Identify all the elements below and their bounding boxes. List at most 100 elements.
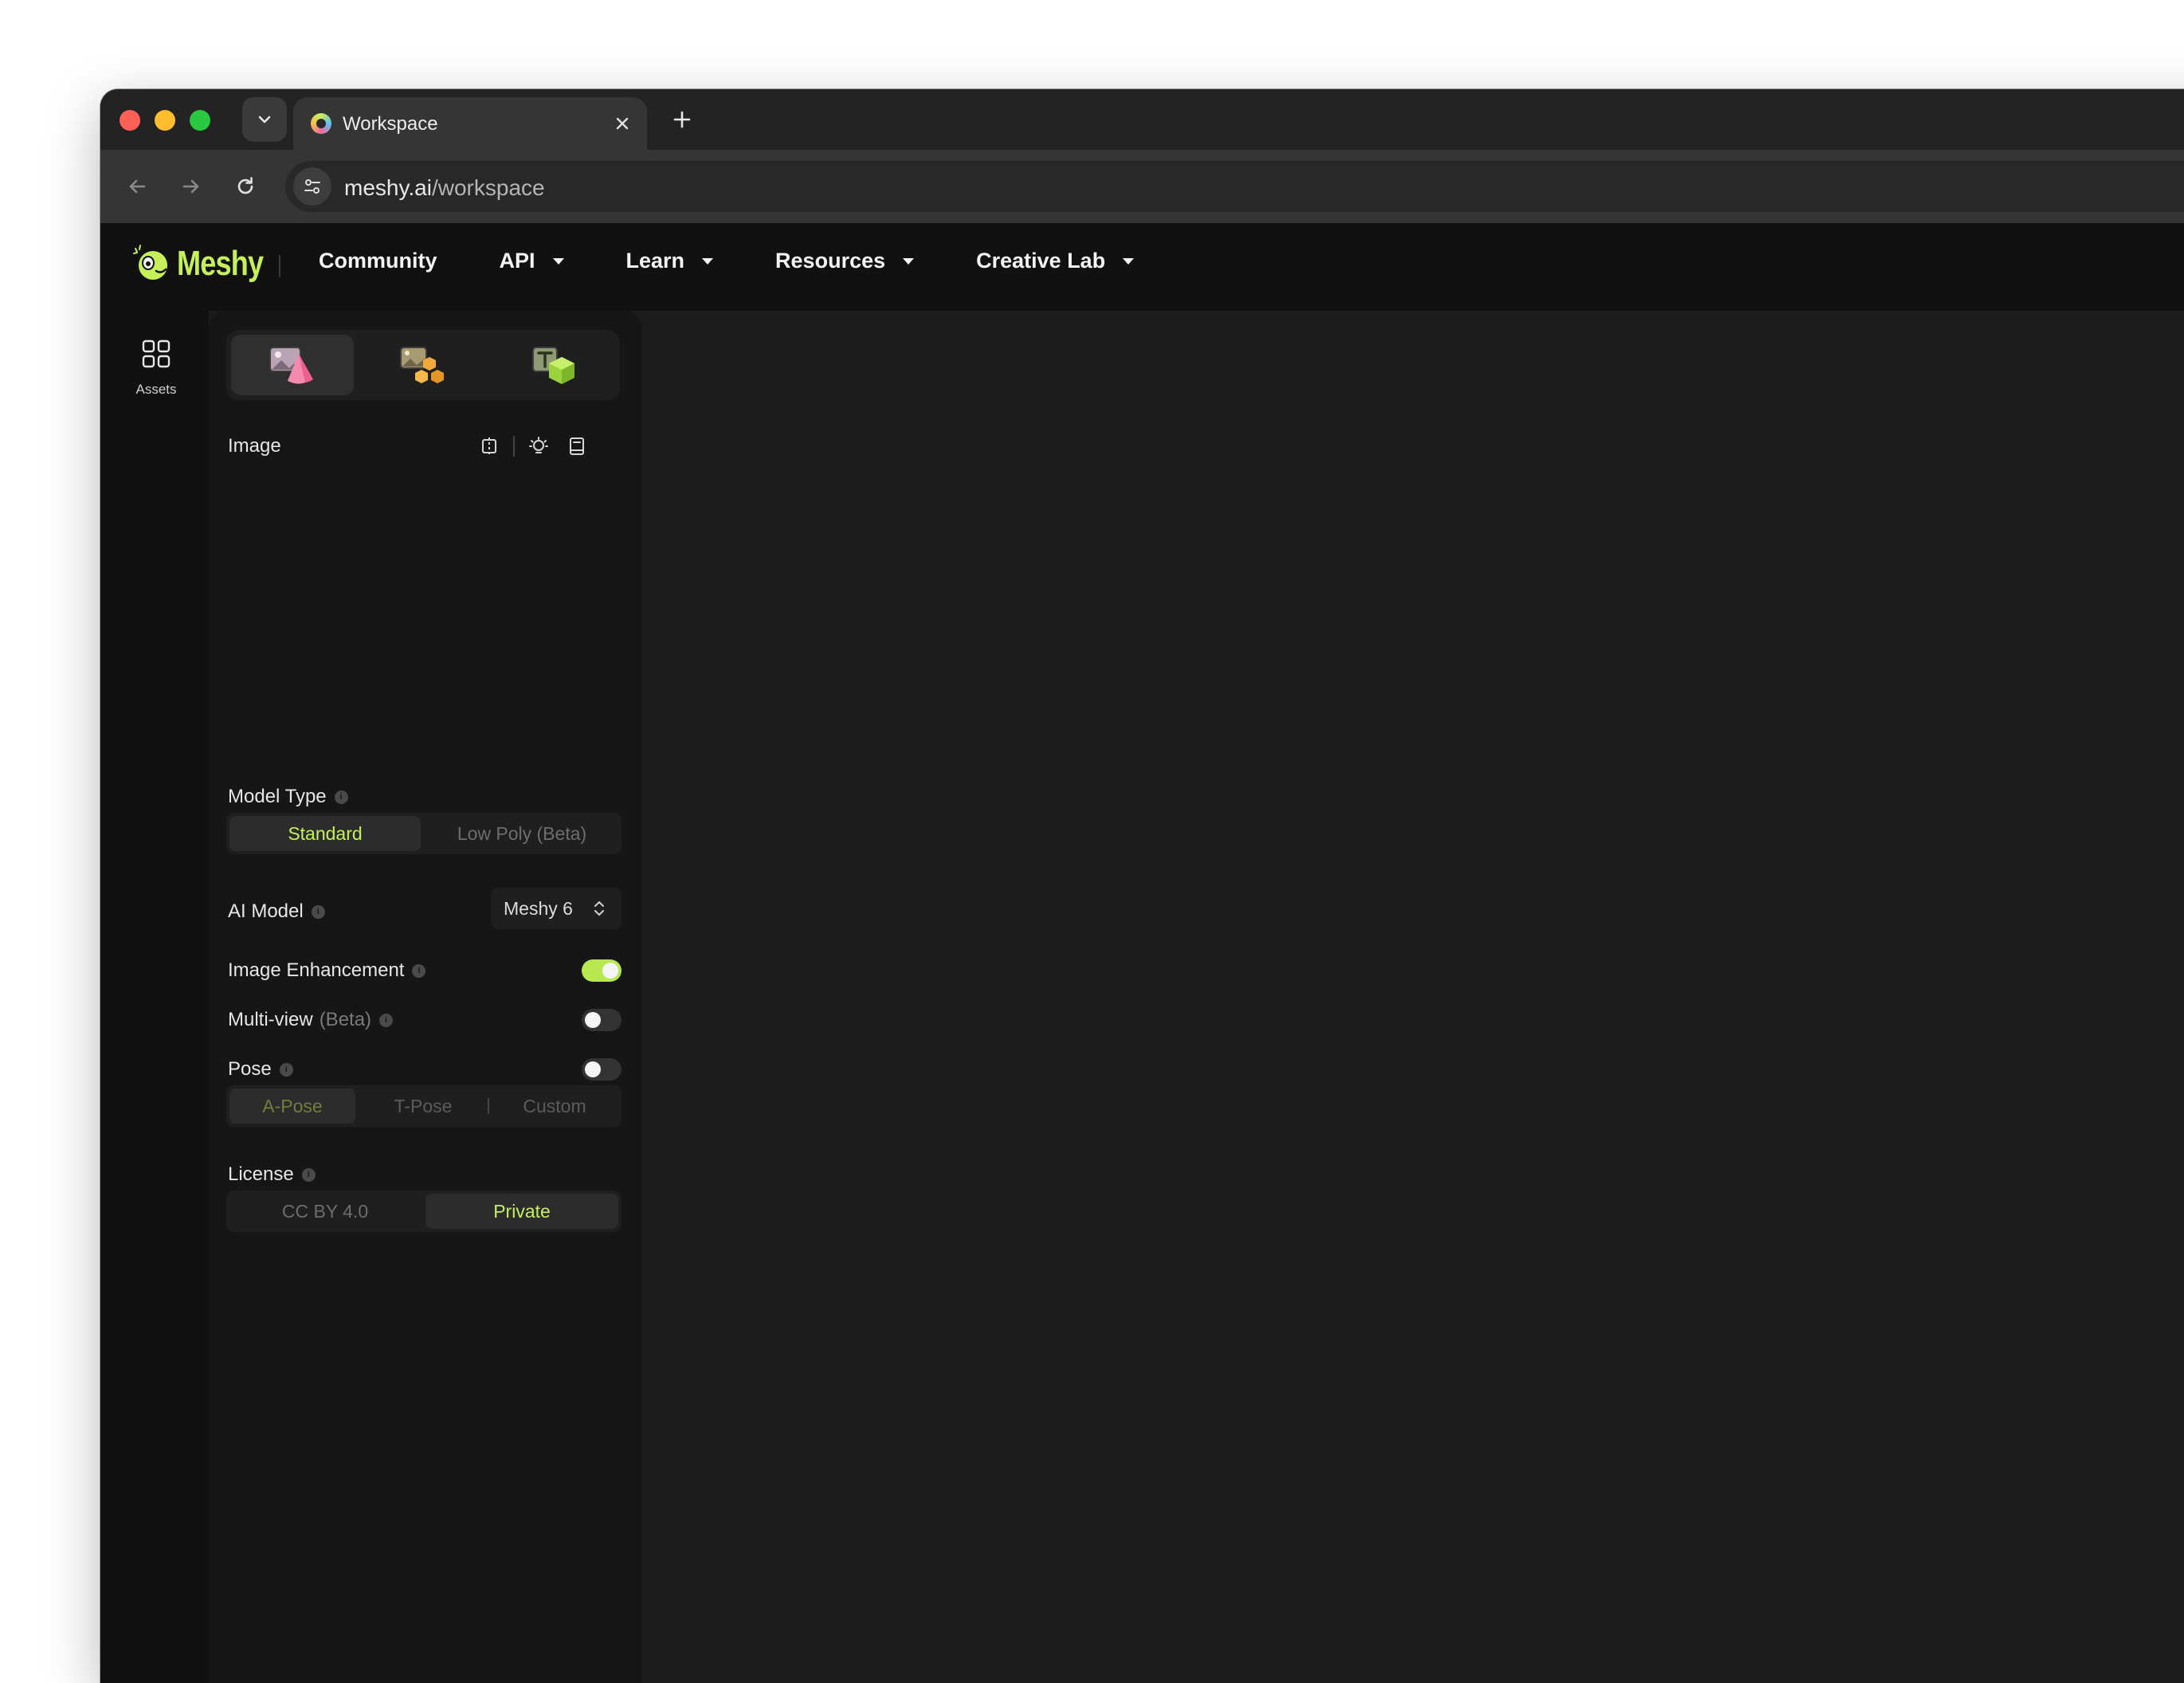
pose-a-pose[interactable]: A-Pose xyxy=(229,1089,355,1124)
pose-text: Pose xyxy=(228,1058,272,1080)
meshy-favicon-icon xyxy=(311,113,331,134)
pose-t-pose[interactable]: T-Pose xyxy=(360,1089,486,1124)
ai-model-label: AI Model i xyxy=(228,900,325,923)
tools-divider xyxy=(513,436,515,457)
arrow-left-icon xyxy=(129,179,146,194)
close-icon xyxy=(616,117,629,130)
multi-image-to-3d-icon xyxy=(400,347,444,383)
image-enhancement-label: Image Enhancement i xyxy=(228,959,426,982)
site-info-button[interactable] xyxy=(293,167,331,206)
meshy-logo-icon xyxy=(133,245,169,281)
url-text: meshy.ai/workspace xyxy=(344,175,545,201)
license-cc-by[interactable]: CC BY 4.0 xyxy=(229,1194,421,1229)
info-icon[interactable]: i xyxy=(311,904,325,919)
nav-creative-lab-label: Creative Lab xyxy=(976,249,1106,273)
browser-toolbar: meshy.ai/workspace xyxy=(100,150,2184,223)
image-enhancement-toggle[interactable] xyxy=(582,959,621,982)
tab-search-button[interactable] xyxy=(242,97,287,142)
crop-button[interactable] xyxy=(476,434,502,459)
toggle-knob xyxy=(585,1061,601,1077)
model-type-selector: Standard Low Poly (Beta) xyxy=(226,813,621,854)
minimize-window-button[interactable] xyxy=(155,110,175,131)
close-window-button[interactable] xyxy=(120,110,140,131)
license-selector: CC BY 4.0 Private xyxy=(226,1191,621,1232)
guide-button[interactable] xyxy=(564,434,590,459)
site-header: Meshy Community API Learn Resources Crea… xyxy=(100,223,2184,311)
back-button[interactable] xyxy=(118,167,156,206)
reload-button[interactable] xyxy=(226,167,265,206)
image-label: Image xyxy=(228,435,281,457)
grid-icon xyxy=(142,339,171,368)
license-private[interactable]: Private xyxy=(425,1194,618,1229)
caret-down-icon xyxy=(702,257,714,265)
tab-text-to-3d[interactable] xyxy=(492,335,615,395)
info-icon[interactable]: i xyxy=(279,1062,293,1077)
book-icon xyxy=(570,437,584,455)
left-rail: Assets xyxy=(100,311,209,1683)
logo-text: Meshy xyxy=(177,244,264,283)
license-label: License i xyxy=(228,1163,316,1186)
tab-title: Workspace xyxy=(343,113,438,135)
header-divider xyxy=(279,255,280,277)
info-icon[interactable]: i xyxy=(301,1167,316,1182)
multi-view-toggle[interactable] xyxy=(582,1009,621,1031)
nav-api-label: API xyxy=(499,249,535,273)
main-nav: Community API Learn Resources Creative L… xyxy=(319,249,1196,273)
nav-community[interactable]: Community xyxy=(319,249,437,273)
lightbulb-icon xyxy=(529,437,548,453)
new-tab-button[interactable] xyxy=(668,105,696,134)
nav-community-label: Community xyxy=(319,249,437,273)
tab-image-to-3d[interactable] xyxy=(231,335,354,395)
license-text: License xyxy=(228,1163,294,1185)
tab-close-button[interactable] xyxy=(609,110,636,137)
ai-model-select[interactable]: Meshy 6 xyxy=(491,888,621,929)
tune-icon xyxy=(304,179,320,194)
model-viewport[interactable] xyxy=(661,311,2184,1683)
caret-down-icon xyxy=(903,257,915,265)
pose-selector: A-Pose T-Pose Custom xyxy=(226,1085,621,1127)
chevron-up-down-icon xyxy=(594,901,604,916)
model-type-low-poly[interactable]: Low Poly (Beta) xyxy=(425,816,618,851)
address-bar[interactable]: meshy.ai/workspace xyxy=(285,161,2184,212)
model-type-standard[interactable]: Standard xyxy=(229,816,421,851)
tab-multi-image-to-3d[interactable] xyxy=(362,335,484,395)
maximize-window-button[interactable] xyxy=(190,110,210,131)
nav-api[interactable]: API xyxy=(500,249,564,273)
image-section-label: Image xyxy=(228,435,281,457)
pose-toggle[interactable] xyxy=(582,1058,621,1081)
plus-icon xyxy=(673,111,691,128)
image-enhancement-text: Image Enhancement xyxy=(228,959,405,981)
tips-button[interactable] xyxy=(526,434,551,459)
nav-resources[interactable]: Resources xyxy=(775,249,915,273)
crop-icon xyxy=(482,437,496,455)
meshy-logo[interactable]: Meshy xyxy=(131,242,282,285)
model-type-text: Model Type xyxy=(228,786,327,807)
nav-learn-label: Learn xyxy=(625,249,685,273)
image-to-3d-icon xyxy=(269,347,313,384)
assets-button[interactable]: Assets xyxy=(127,338,185,398)
reload-icon xyxy=(237,177,253,194)
chevron-down-icon xyxy=(258,116,271,124)
browser-tab-workspace[interactable]: Workspace xyxy=(293,97,647,150)
mode-tabs xyxy=(226,330,620,400)
pose-label: Pose i xyxy=(228,1058,293,1081)
text-to-3d-icon xyxy=(532,347,574,384)
forward-button[interactable] xyxy=(172,167,210,206)
url-host: meshy.ai xyxy=(344,175,432,200)
pose-custom[interactable]: Custom xyxy=(491,1089,618,1124)
tab-strip: Workspace xyxy=(100,89,2184,150)
multi-view-text: Multi-view xyxy=(228,1009,313,1030)
info-icon[interactable]: i xyxy=(334,790,348,804)
url-path: /workspace xyxy=(431,175,545,200)
ai-model-value: Meshy 6 xyxy=(504,897,573,919)
ai-model-text: AI Model xyxy=(228,900,304,922)
generation-panel: Image Model Type i Standard Low Poly (Be… xyxy=(209,311,642,1683)
info-icon[interactable]: i xyxy=(379,1013,394,1027)
caret-down-icon xyxy=(1123,257,1135,265)
nav-creative-lab[interactable]: Creative Lab xyxy=(976,249,1135,273)
info-icon[interactable]: i xyxy=(412,963,426,978)
nav-learn[interactable]: Learn xyxy=(626,249,714,273)
browser-window: Workspace meshy.ai/workspace Meshy Commu… xyxy=(100,89,2184,1683)
arrow-right-icon xyxy=(182,179,199,194)
multi-view-label: Multi-view (Beta) i xyxy=(228,1009,394,1031)
